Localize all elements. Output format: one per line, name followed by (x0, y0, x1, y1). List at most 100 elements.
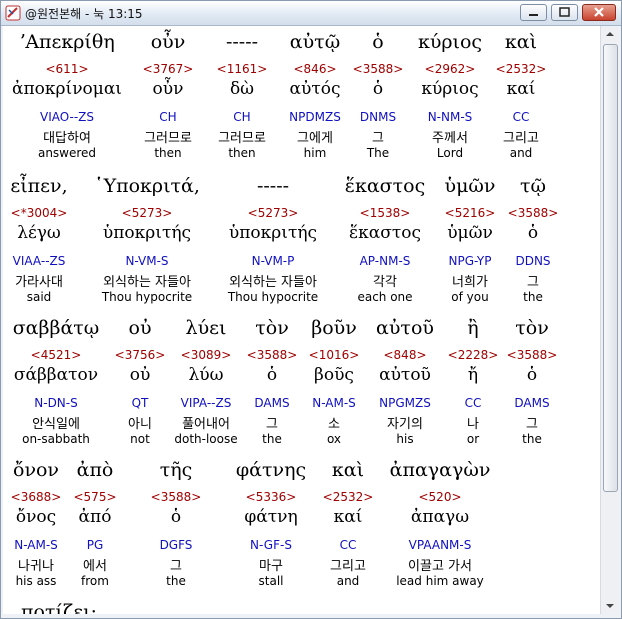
greek-word[interactable]: τῷ (520, 175, 546, 197)
greek-word[interactable]: ʼΑπεκρίθη (19, 31, 114, 53)
korean-gloss: 그러므로 (218, 131, 266, 146)
parsing-code: NPDMZS (289, 110, 341, 124)
strong-number[interactable]: <2962> (425, 62, 476, 76)
greek-word[interactable]: φάτνης (236, 459, 306, 481)
parsing-code: CC (464, 396, 482, 410)
strong-number[interactable]: <575> (73, 490, 116, 504)
greek-word[interactable]: βοῦν (311, 317, 357, 339)
greek-word[interactable]: ὁ (372, 31, 383, 53)
greek-word[interactable]: κύριος (418, 31, 482, 53)
lemma-word: ὁ (372, 79, 384, 99)
greek-word[interactable]: ἢ (467, 317, 478, 339)
strong-number[interactable]: <3588> (507, 348, 558, 362)
parsing-code: CH (233, 110, 251, 124)
lemma-word: ὑμῶν (447, 223, 493, 243)
english-gloss: on-sabbath (22, 432, 90, 446)
strong-number[interactable]: <*3004> (11, 206, 68, 220)
maximize-icon (559, 7, 570, 17)
greek-word[interactable]: ὑμῶν (445, 175, 496, 197)
lemma-word: δὼ (229, 79, 255, 99)
strong-number[interactable]: <3588> (353, 62, 404, 76)
greek-word[interactable]: λύει (186, 317, 227, 339)
strong-number[interactable]: <5273> (122, 206, 173, 220)
greek-word[interactable]: οὖν (151, 31, 186, 53)
vertical-scrollbar[interactable] (600, 26, 619, 614)
greek-word[interactable]: καὶ (505, 31, 537, 53)
strong-number[interactable]: <5216> (445, 206, 496, 220)
lemma-word: καί (506, 79, 536, 99)
korean-gloss: 각각 (373, 275, 397, 290)
greek-word[interactable]: ἀπαγαγὼν (390, 459, 491, 481)
greek-word[interactable]: ῾Υποκριτά, (94, 175, 200, 197)
strong-number[interactable]: <3588> (247, 348, 298, 362)
scroll-up-button[interactable] (602, 26, 618, 42)
title-bar[interactable]: @원전본해 - 눅 13:15 (1, 1, 621, 26)
strong-number[interactable]: <611> (45, 62, 88, 76)
parsing-code: VPAANM-S (408, 538, 472, 552)
strong-number[interactable]: <2532> (323, 490, 374, 504)
greek-word[interactable]: ----- (226, 31, 258, 53)
strong-number[interactable]: <846> (293, 62, 336, 76)
parsing-code: CC (339, 538, 357, 552)
lemma-word: λύω (188, 365, 224, 385)
parsing-code: VIPA--ZS (180, 396, 232, 410)
scroll-down-button[interactable] (602, 598, 618, 614)
strong-number[interactable]: <3688> (11, 490, 62, 504)
scrollbar-thumb[interactable] (603, 44, 618, 492)
korean-gloss: 그리고 (503, 131, 539, 146)
strong-number[interactable]: <3089> (181, 348, 232, 362)
interlinear-pane[interactable]: ʼΑπεκρίθη <611> ἀποκρίνομαι VIAO--ZS 대답하… (3, 26, 600, 614)
english-gloss: of you (451, 290, 489, 304)
english-gloss: each one (357, 290, 413, 304)
minimize-button[interactable] (520, 4, 547, 21)
english-gloss: and (509, 146, 533, 160)
greek-word[interactable]: σαββάτῳ (13, 317, 100, 339)
parsing-code: VIAO--ZS (39, 110, 95, 124)
strong-number[interactable]: <1016> (309, 348, 360, 362)
strong-number[interactable]: <5273> (248, 206, 299, 220)
greek-word[interactable]: αὐτῷ (290, 31, 340, 53)
close-button[interactable] (582, 4, 616, 21)
parsing-code: N-NM-S (427, 110, 473, 124)
strong-number[interactable]: <4521> (31, 348, 82, 362)
greek-word[interactable]: ποτίζει; (21, 601, 97, 614)
maximize-button[interactable] (551, 4, 578, 21)
parsing-code: PG (86, 538, 104, 552)
strong-number[interactable]: <3588> (508, 206, 559, 220)
strong-number[interactable]: <2228> (448, 348, 499, 362)
greek-word[interactable]: ----- (257, 175, 289, 197)
strong-number[interactable]: <1538> (360, 206, 411, 220)
greek-word[interactable]: αὐτοῦ (376, 317, 434, 339)
parsing-code: CH (159, 110, 177, 124)
korean-gloss: 그 (527, 275, 539, 290)
greek-word[interactable]: τὸν (255, 317, 289, 339)
app-icon[interactable] (5, 5, 21, 21)
greek-word[interactable]: εἶπεν, (10, 175, 67, 197)
greek-word[interactable]: τῆς (160, 459, 193, 481)
english-gloss: said (26, 290, 52, 304)
english-gloss: doth-loose (174, 432, 238, 446)
strong-number[interactable]: <3588> (151, 490, 202, 504)
parsing-code: N-VM-S (125, 254, 169, 268)
greek-word[interactable]: ἕκαστος (345, 175, 425, 197)
chevron-up-icon (606, 32, 614, 36)
greek-word[interactable]: οὐ (129, 317, 152, 339)
strong-number[interactable]: <520> (418, 490, 461, 504)
greek-word[interactable]: καὶ (332, 459, 364, 481)
korean-gloss: 소 (328, 417, 340, 432)
korean-gloss: 그리고 (330, 559, 366, 574)
strong-number[interactable]: <1161> (217, 62, 268, 76)
strong-number[interactable]: <3756> (115, 348, 166, 362)
greek-word[interactable]: τὸν (515, 317, 549, 339)
lemma-word: λέγω (17, 223, 61, 243)
greek-word[interactable]: ἀπὸ (77, 459, 114, 481)
strong-number[interactable]: <5336> (246, 490, 297, 504)
chevron-down-icon (606, 604, 614, 608)
english-gloss: the (262, 432, 282, 446)
strong-number[interactable]: <2532> (496, 62, 547, 76)
english-gloss: his ass (15, 574, 57, 588)
strong-number[interactable]: <848> (383, 348, 426, 362)
strong-number[interactable]: <3767> (143, 62, 194, 76)
greek-word[interactable]: ὄνον (13, 459, 59, 481)
english-gloss: or (466, 432, 480, 446)
